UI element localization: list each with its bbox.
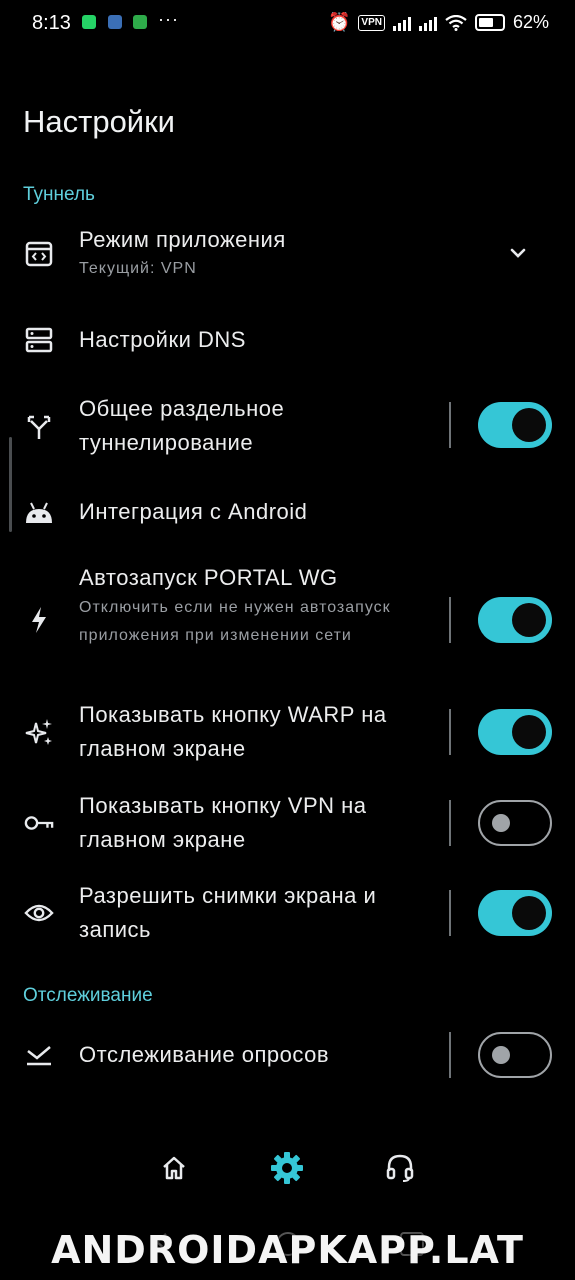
check-down-icon <box>24 1040 54 1070</box>
split-tunneling-toggle[interactable] <box>478 402 552 448</box>
divider <box>449 709 451 755</box>
status-right: ⏰ VPN 62% <box>328 12 549 33</box>
lightning-icon <box>24 605 54 635</box>
divider <box>449 402 451 448</box>
dns-settings-row[interactable]: Настройки DNS <box>0 315 575 365</box>
divider <box>449 1032 451 1078</box>
signal-2-icon <box>418 15 437 31</box>
allow-screenshots-row[interactable]: Разрешить снимки экрана и запись <box>0 878 575 953</box>
alarm-icon: ⏰ <box>327 12 351 32</box>
home-icon[interactable] <box>157 1151 191 1185</box>
key-icon <box>24 808 54 838</box>
poll-tracking-row[interactable]: Отслеживание опросов <box>0 1030 575 1080</box>
eye-icon <box>24 898 54 928</box>
show-vpn-button-title: Показывать кнопку VPN на главном экране <box>79 793 367 852</box>
headset-icon[interactable] <box>383 1151 417 1185</box>
section-header-tunnel: Туннель <box>23 184 95 205</box>
whatsapp-icon <box>82 15 96 29</box>
sparkle-icon <box>24 717 54 747</box>
status-bar: 8:13 ··· ⏰ VPN 62% <box>0 0 575 50</box>
app-mode-title: Режим приложения <box>79 227 286 252</box>
battery-percent: 62% <box>512 12 549 32</box>
code-window-icon <box>24 239 54 269</box>
android-icon <box>24 498 54 528</box>
battery-icon <box>474 14 505 31</box>
divider <box>449 800 451 846</box>
split-tunneling-title: Общее раздельное туннелирование <box>79 396 285 455</box>
watermark: ANDROIDAPKAPP.LAT <box>51 1228 524 1272</box>
signal-icon <box>392 15 411 31</box>
show-vpn-button-row[interactable]: Показывать кнопку VPN на главном экране <box>0 788 575 863</box>
settings-gear-icon[interactable] <box>270 1151 304 1185</box>
app-notification-icon <box>108 15 122 29</box>
allow-screenshots-title: Разрешить снимки экрана и запись <box>79 883 377 942</box>
app-mode-subtitle: Текущий: VPN <box>79 260 197 277</box>
server-icon <box>24 325 54 355</box>
autostart-subtitle: Отключить если не нужен автозапуск прило… <box>79 599 391 644</box>
show-warp-button-title: Показывать кнопку WARP на главном экране <box>79 702 387 761</box>
android-integration-title: Интеграция с Android <box>79 499 308 524</box>
autostart-title: Автозапуск PORTAL WG <box>79 565 338 590</box>
page-title: Настройки <box>23 104 176 139</box>
split-tunneling-row[interactable]: Общее раздельное туннелирование <box>0 390 575 465</box>
section-header-tracking: Отслеживание <box>23 985 153 1006</box>
wifi-icon <box>445 14 467 31</box>
dns-settings-title: Настройки DNS <box>79 327 246 352</box>
scrollbar[interactable] <box>9 437 12 532</box>
status-time: 8:13 <box>32 12 71 34</box>
show-warp-button-toggle[interactable] <box>478 709 552 755</box>
split-arrows-icon <box>24 412 54 442</box>
show-warp-button-row[interactable]: Показывать кнопку WARP на главном экране <box>0 697 575 772</box>
runner-notification-icon <box>133 15 147 29</box>
vpn-status-icon: VPN <box>358 14 385 31</box>
app-mode-row[interactable]: Режим приложения Текущий: VPN <box>0 215 575 295</box>
poll-tracking-title: Отслеживание опросов <box>79 1042 330 1067</box>
show-vpn-button-toggle[interactable] <box>478 800 552 846</box>
more-notifications-icon: ··· <box>158 9 179 29</box>
android-integration-row[interactable]: Интеграция с Android <box>0 490 575 540</box>
poll-tracking-toggle[interactable] <box>478 1032 552 1078</box>
chevron-down-icon[interactable] <box>506 241 530 265</box>
divider <box>449 890 451 936</box>
autostart-toggle[interactable] <box>478 597 552 643</box>
allow-screenshots-toggle[interactable] <box>478 890 552 936</box>
divider <box>449 597 451 643</box>
autostart-row[interactable]: Автозапуск PORTAL WG Отключить если не н… <box>0 560 575 680</box>
